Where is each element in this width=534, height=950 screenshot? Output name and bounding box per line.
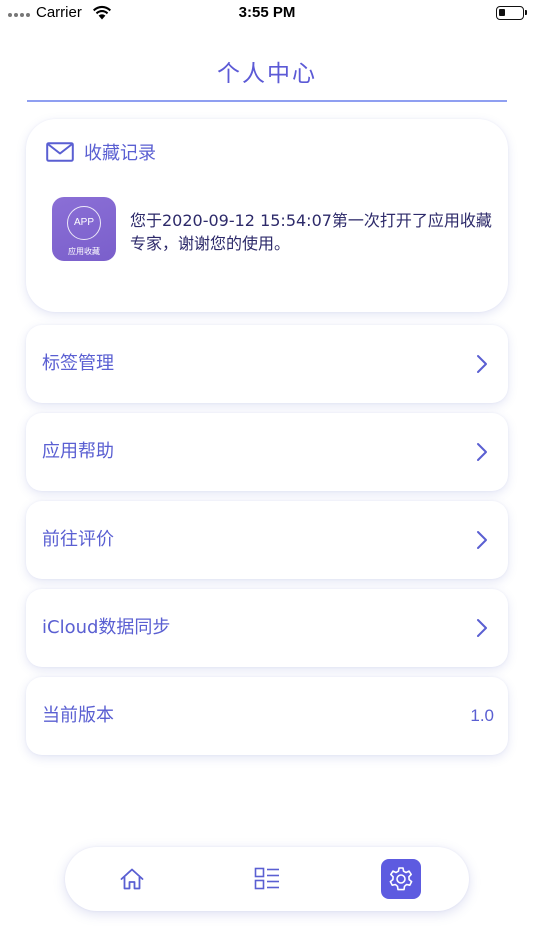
tab-home[interactable]	[112, 859, 152, 899]
profile-screen: Carrier 3:55 PM 个人中心 收藏记录 APP 应用收藏 您于202…	[0, 0, 534, 950]
tab-list[interactable]	[247, 859, 287, 899]
chevron-right-icon	[477, 355, 487, 373]
menu-item-tag-management[interactable]: 标签管理	[26, 325, 508, 403]
tab-settings[interactable]	[381, 859, 421, 899]
favorites-header: 收藏记录	[46, 139, 156, 165]
status-bar: Carrier 3:55 PM	[0, 0, 534, 28]
menu-item-version: 当前版本 1.0	[26, 677, 508, 755]
clock: 3:55 PM	[238, 4, 296, 21]
title-underline	[27, 100, 507, 102]
app-logo-label: 应用收藏	[68, 247, 100, 256]
favorites-card[interactable]: 收藏记录 APP 应用收藏 您于2020-09-12 15:54:07第一次打开…	[26, 119, 508, 312]
battery-icon	[496, 6, 527, 20]
menu-item-label: 当前版本	[42, 705, 114, 726]
chevron-right-icon	[477, 443, 487, 461]
app-logo-text: APP	[67, 206, 101, 240]
gear-icon	[389, 867, 413, 891]
version-value: 1.0	[470, 706, 494, 725]
chevron-right-icon	[477, 619, 487, 637]
chevron-right-icon	[477, 531, 487, 549]
menu-item-label: 应用帮助	[42, 441, 114, 462]
menu-item-label: iCloud数据同步	[42, 617, 171, 638]
home-icon	[120, 868, 144, 890]
app-logo: APP 应用收藏	[52, 197, 116, 261]
mail-icon	[46, 142, 74, 162]
favorites-message: 您于2020-09-12 15:54:07第一次打开了应用收藏专家，谢谢您的使用…	[130, 211, 492, 253]
page-title: 个人中心	[217, 61, 317, 87]
menu-item-app-help[interactable]: 应用帮助	[26, 413, 508, 491]
menu-item-icloud-sync[interactable]: iCloud数据同步	[26, 589, 508, 667]
menu-item-label: 前往评价	[42, 529, 114, 550]
menu-item-label: 标签管理	[42, 353, 114, 374]
tab-bar	[65, 847, 469, 911]
favorites-title: 收藏记录	[84, 143, 156, 164]
menu-item-rate-app[interactable]: 前往评价	[26, 501, 508, 579]
list-icon	[254, 867, 279, 890]
